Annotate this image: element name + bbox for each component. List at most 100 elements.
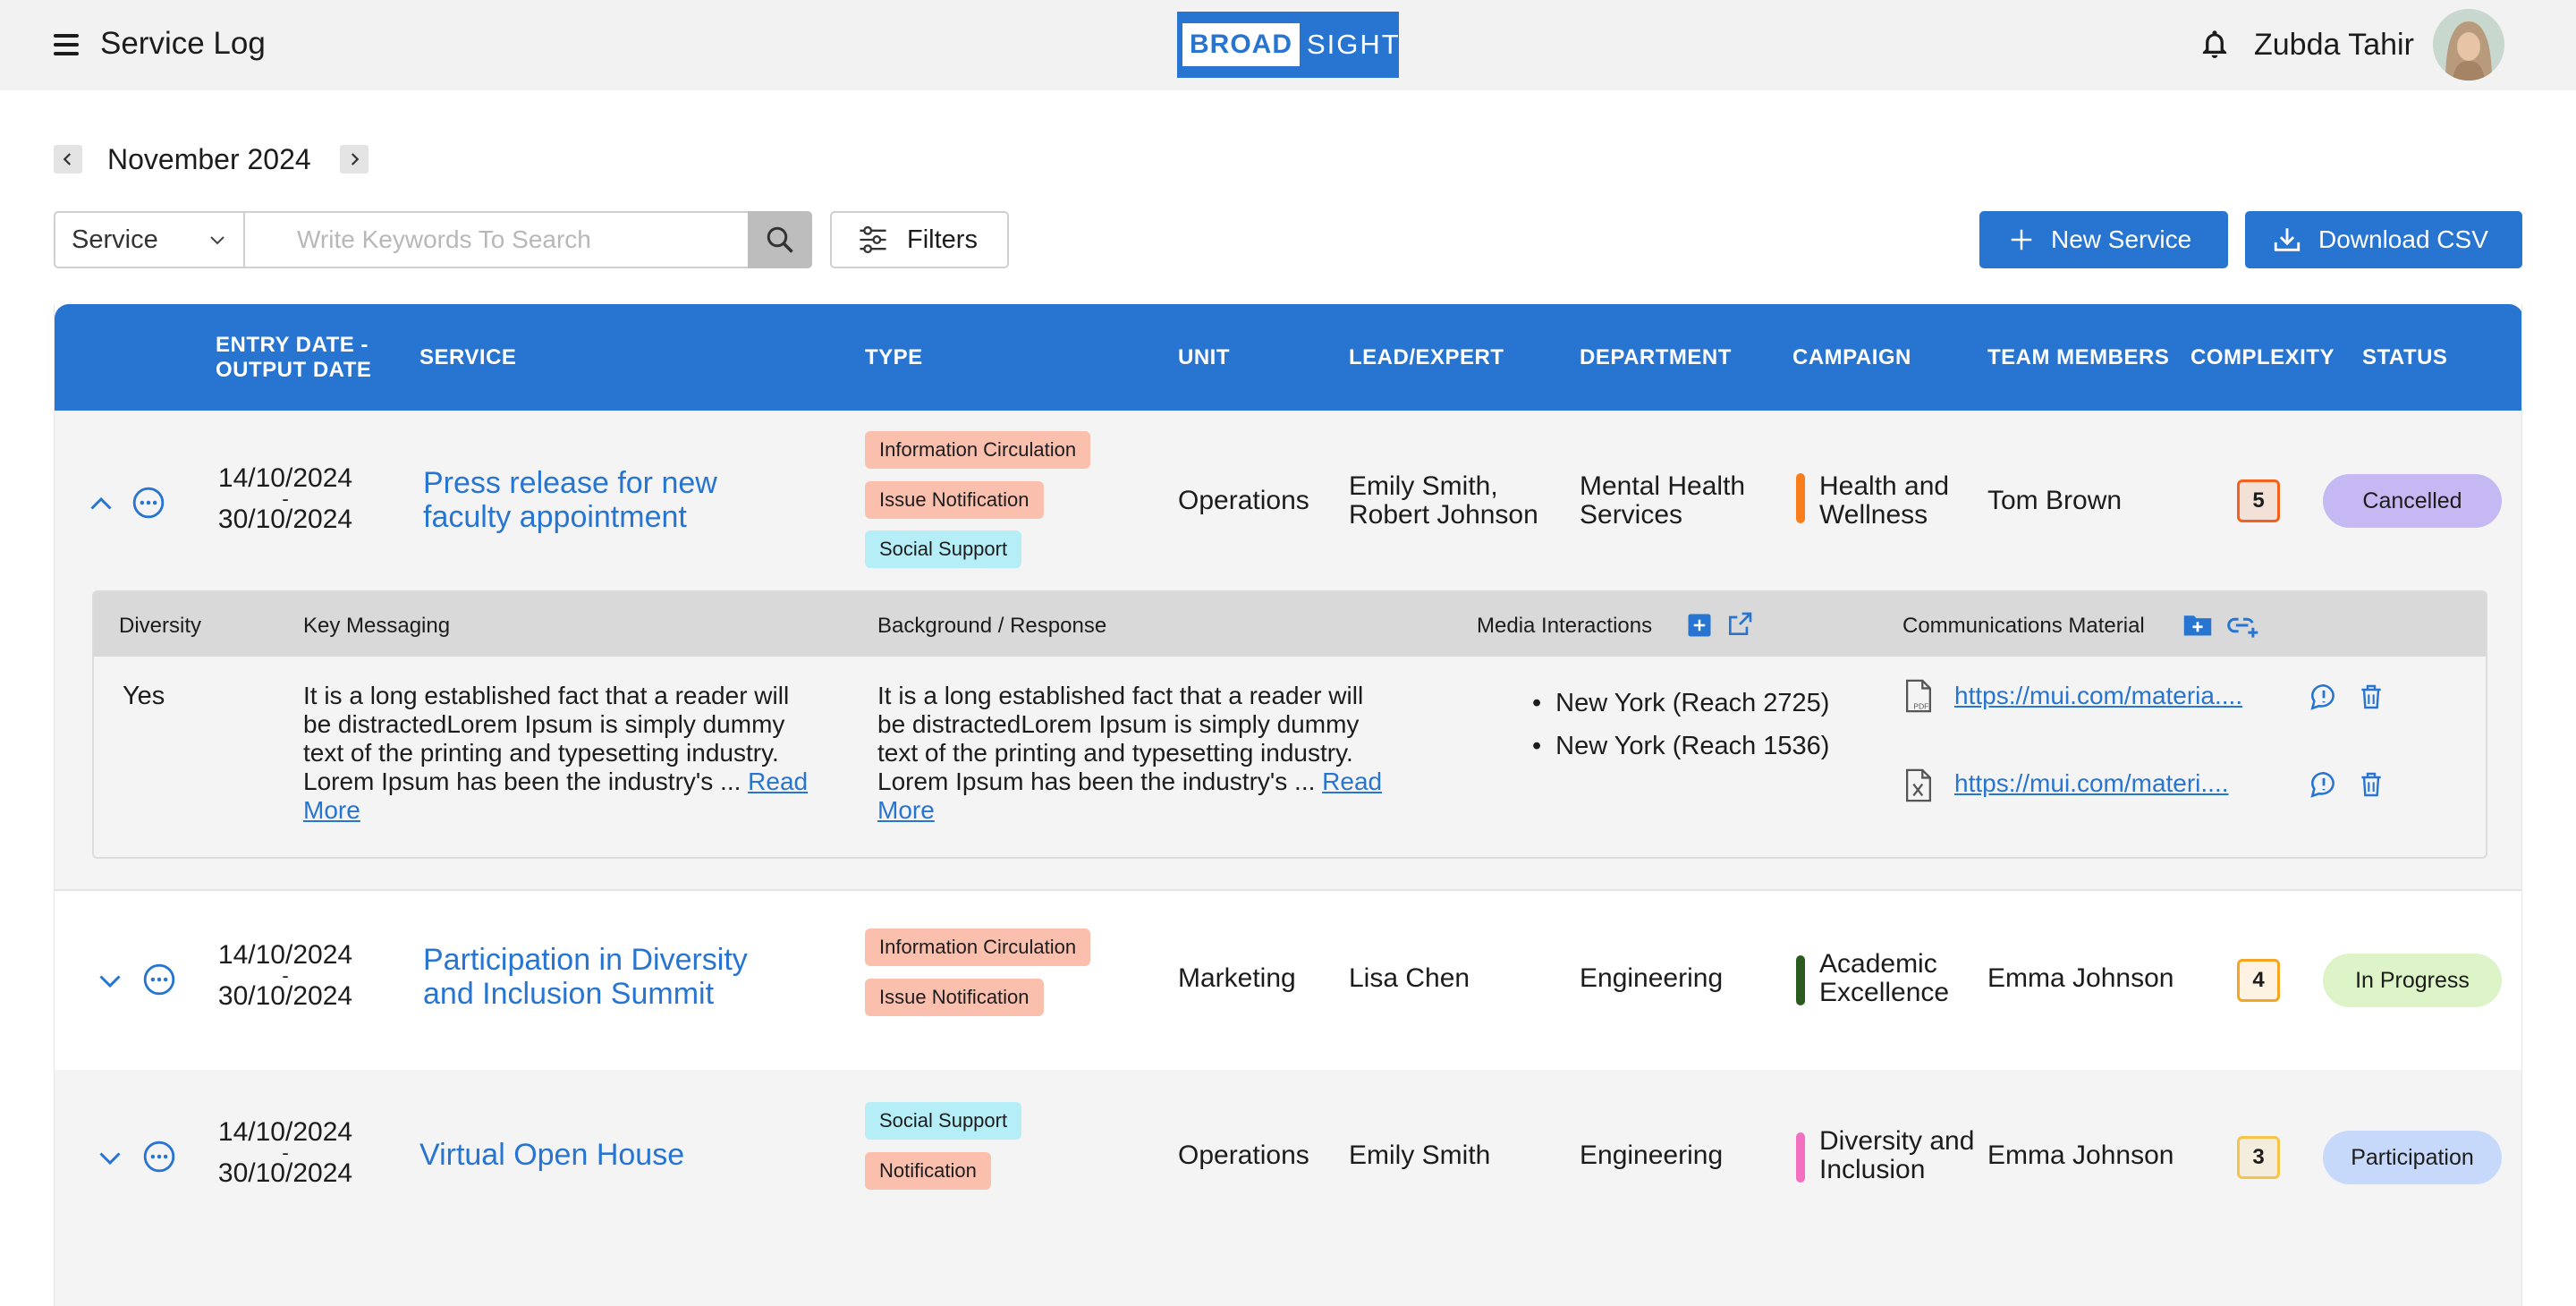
search-button[interactable] [748,211,812,268]
column-header-lead[interactable]: LEAD/EXPERT [1349,345,1504,370]
table-row[interactable]: 14/10/2024 - 30/10/2024 Virtual Open Hou… [55,1070,2521,1306]
column-header-department[interactable]: DEPARTMENT [1580,345,1732,370]
entry-output-dates: 14/10/2024 - 30/10/2024 [205,464,366,534]
column-header-unit[interactable]: UNIT [1178,345,1230,370]
team-members-cell: Tom Brown [1987,486,2123,515]
service-link[interactable]: Participation in Diversity and Inclusion… [423,943,748,1011]
comment-icon[interactable] [2309,682,2339,712]
background-body: It is a long established fact that a rea… [877,682,1364,795]
campaign-color-bar [1796,473,1805,523]
campaign-color-bar [1796,1132,1805,1183]
date-separator: - [282,964,289,987]
lead-line1: Emily Smith, [1349,471,1498,501]
menu-icon[interactable] [54,34,79,55]
campaign-cell: Diversity and Inclusion [1819,1127,1974,1184]
service-name-line2: faculty appointment [423,500,687,534]
material-link[interactable]: https://mui.com/materia.... [1954,682,2242,710]
search-scope-select[interactable]: Service [54,211,244,268]
complexity-badge: 5 [2237,479,2280,522]
pdf-file-icon: PDF [1906,679,1931,713]
table-row[interactable]: 14/10/2024 - 30/10/2024 Participation in… [55,891,2521,1070]
add-folder-icon[interactable] [2182,610,2214,639]
broadsight-logo: BROAD SIGHT [1177,12,1399,78]
column-header-service[interactable]: SERVICE [419,345,516,370]
unit-cell: Operations [1178,486,1309,515]
service-link[interactable]: Press release for new faculty appointmen… [423,466,717,534]
notification-bell-icon[interactable] [2199,29,2231,61]
logo-text-sight: SIGHT [1307,29,1401,60]
delete-icon[interactable] [2357,769,2385,800]
campaign-line2: Inclusion [1819,1155,1926,1184]
previous-month-button[interactable] [54,145,82,174]
team-members-cell: Emma Johnson [1987,1141,2174,1170]
new-service-button[interactable]: New Service [1979,211,2228,268]
delete-icon[interactable] [2357,682,2385,712]
add-link-icon[interactable] [2226,612,2260,639]
service-name-line1: Participation in Diversity [423,943,748,977]
more-options-icon[interactable] [131,486,165,520]
filter-sliders-icon [860,225,886,254]
download-icon [2274,228,2301,251]
chevron-down-icon[interactable] [94,1141,126,1174]
filters-button[interactable]: Filters [830,211,1009,268]
column-header-complexity[interactable]: COMPLEXITY [2190,345,2334,370]
output-date: 30/10/2024 [217,505,353,534]
more-options-icon[interactable] [142,1140,176,1174]
campaign-line2: Excellence [1819,978,1950,1007]
open-external-icon[interactable] [1725,610,1754,639]
user-name: Zubda Tahir [2254,28,2414,62]
key-messaging-text: It is a long established fact that a rea… [303,682,813,825]
column-header-campaign[interactable]: CAMPAIGN [1792,345,1911,370]
chevron-down-icon[interactable] [94,964,126,996]
search-input[interactable] [243,211,750,268]
comment-icon[interactable] [2309,769,2339,800]
diversity-value: Yes [123,682,165,710]
team-members-cell: Emma Johnson [1987,963,2174,993]
unit-cell: Operations [1178,1141,1309,1170]
campaign-line1: Academic [1819,949,1937,979]
date-separator: - [282,1141,289,1164]
plus-icon [2011,229,2032,250]
material-link[interactable]: https://mui.com/materi.... [1954,769,2229,798]
add-media-icon[interactable] [1686,612,1713,639]
lead-cell: Lisa Chen [1349,963,1470,993]
service-name-line1: Press release for new [423,466,717,500]
user-avatar[interactable] [2433,9,2504,81]
type-chip: Issue Notification [865,979,1044,1016]
more-options-icon[interactable] [142,963,176,996]
chevron-up-icon[interactable] [85,488,117,521]
chevron-left-icon [63,153,72,165]
complexity-badge: 3 [2237,1136,2280,1179]
next-month-button[interactable] [340,145,369,174]
entry-output-dates: 14/10/2024 - 30/10/2024 [205,941,366,1011]
svg-text:PDF: PDF [1913,701,1928,710]
detail-header-key-messaging: Key Messaging [303,614,451,638]
lead-line2: Robert Johnson [1349,500,1538,530]
status-badge: Cancelled [2323,474,2502,528]
new-service-label: New Service [2051,225,2192,253]
media-interactions-list: New York (Reach 2725) New York (Reach 15… [1532,682,1829,767]
service-link[interactable]: Virtual Open House [419,1138,684,1172]
download-csv-button[interactable]: Download CSV [2245,211,2522,268]
background-text: It is a long established fact that a rea… [877,682,1396,825]
output-date: 30/10/2024 [217,981,353,1011]
department-cell: Mental Health Services [1580,472,1745,530]
campaign-line2: Wellness [1819,500,1928,530]
column-header-dates[interactable]: ENTRY DATE - OUTPUT DATE [216,333,371,383]
detail-header-media: Media Interactions [1477,614,1653,638]
month-label: November 2024 [107,143,311,175]
column-header-type[interactable]: TYPE [865,345,923,370]
table-row[interactable]: 14/10/2024 - 30/10/2024 Press release fo… [55,411,2521,891]
logo-text-broad: BROAD [1182,23,1300,66]
search-icon [767,226,793,253]
department-line2: Services [1580,500,1683,530]
department-line1: Mental Health [1580,471,1746,501]
column-header-status[interactable]: STATUS [2362,345,2447,370]
column-header-team-members[interactable]: TEAM MEMBERS [1987,345,2169,370]
column-header-entry-date: ENTRY DATE - [216,333,369,357]
output-date: 30/10/2024 [217,1158,353,1188]
top-app-bar: Service Log BROAD SIGHT Zubda Tahir [0,0,2576,90]
excel-file-icon [1906,768,1931,802]
status-badge: Participation [2323,1131,2502,1184]
lead-cell: Emily Smith, Robert Johnson [1349,472,1538,530]
